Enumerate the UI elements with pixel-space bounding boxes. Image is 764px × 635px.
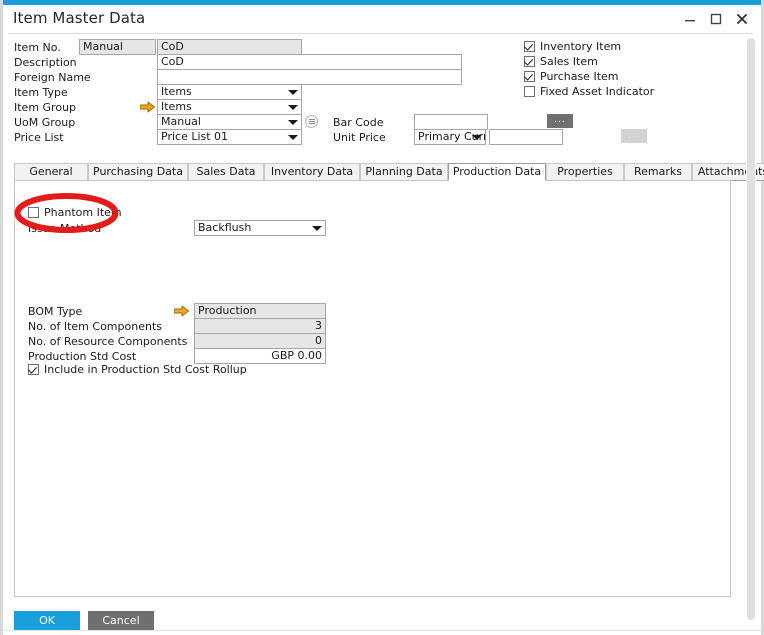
window-controls [677,8,755,30]
production-std-cost-label: Production Std Cost [28,350,136,364]
price-list-label: Price List [14,131,64,145]
item-type-label: Item Type [14,86,68,100]
description-field[interactable]: CoD [157,54,462,70]
foreign-name-field[interactable] [157,69,462,85]
header-form: Item No. Description Foreign Name Item T… [0,36,764,148]
item-group-label: Item Group [14,101,76,115]
tab-inventory-data[interactable]: Inventory Data [264,163,360,181]
unit-price-browse-button: ... [621,129,647,143]
include-in-rollup-label: Include in Production Std Cost Rollup [44,363,247,377]
uom-group-value: Manual [161,115,201,128]
tab-production-data[interactable]: Production Data [448,163,546,181]
no-of-resource-components-label: No. of Resource Components [28,335,187,349]
no-of-resource-components-field: 0 [194,333,326,349]
chevron-down-icon [472,135,482,140]
no-of-item-components-field: 3 [194,318,326,334]
title-bar-separator [9,33,753,34]
tab-remarks[interactable]: Remarks [624,163,692,181]
window-title: Item Master Data [13,9,145,27]
purchase-item-checkbox[interactable] [524,71,535,82]
unit-price-field[interactable] [489,129,563,145]
unit-price-label: Unit Price [333,131,386,145]
inventory-item-checkbox[interactable] [524,41,535,52]
list-lines-icon [309,119,315,124]
foreign-name-label: Foreign Name [14,71,91,85]
item-no-value-field[interactable]: CoD [157,39,302,55]
tab-sales-data[interactable]: Sales Data [188,163,264,181]
fixed-asset-indicator-checkbox[interactable] [524,86,535,97]
bar-code-field[interactable] [414,114,488,130]
chevron-down-icon [288,90,298,95]
scrollbar-thumb[interactable] [747,38,755,620]
item-no-label: Item No. [14,41,61,55]
sales-item-label: Sales Item [540,55,598,68]
item-group-value: Items [161,100,192,113]
chevron-down-icon [288,135,298,140]
footer-separator [3,630,761,631]
uom-group-combo[interactable]: Manual [157,114,302,130]
sales-item-checkbox[interactable] [524,56,535,67]
uom-list-icon[interactable] [305,115,318,128]
bom-type-field[interactable]: Production [194,303,326,319]
chevron-down-icon [288,120,298,125]
item-type-combo[interactable]: Items [157,84,302,100]
issue-method-combo[interactable]: Backflush [194,220,326,236]
unit-price-currency-combo[interactable]: Primary Curr [414,129,486,145]
inventory-item-label: Inventory Item [540,40,621,53]
no-of-item-components-label: No. of Item Components [28,320,162,334]
tab-strip: General Purchasing Data Sales Data Inven… [14,163,731,181]
item-group-combo[interactable]: Items [157,99,302,115]
price-list-combo[interactable]: Price List 01 [157,129,302,145]
production-std-cost-field[interactable]: GBP 0.00 [194,348,326,364]
tab-properties[interactable]: Properties [546,163,624,181]
issue-method-label: Issue Method [28,222,101,236]
minimize-button[interactable] [677,8,703,30]
include-in-rollup-checkbox[interactable] [28,364,39,375]
title-bar: Item Master Data [3,5,761,34]
bom-type-goto-arrow-icon[interactable] [174,305,189,317]
fixed-asset-indicator-label: Fixed Asset Indicator [540,85,654,98]
tab-general[interactable]: General [14,163,88,181]
chevron-down-icon [312,226,322,231]
phantom-item-label: Phantom Item [44,206,122,220]
item-group-goto-arrow-icon[interactable] [140,101,155,113]
bar-code-label: Bar Code [333,116,383,130]
tab-purchasing-data[interactable]: Purchasing Data [88,163,188,181]
phantom-item-checkbox[interactable] [28,207,39,218]
chevron-down-icon [288,105,298,110]
bar-code-browse-button[interactable]: ... [547,114,573,128]
item-no-mode-field[interactable]: Manual [79,39,156,55]
production-data-panel: Phantom Item Issue Method Backflush BOM … [14,180,731,597]
cancel-button[interactable]: Cancel [88,611,154,631]
vertical-scrollbar[interactable] [746,38,756,620]
close-button[interactable] [729,8,755,30]
bom-type-label: BOM Type [28,305,82,319]
tab-planning-data[interactable]: Planning Data [360,163,448,181]
uom-group-label: UoM Group [14,116,75,130]
issue-method-value: Backflush [198,221,251,234]
maximize-button[interactable] [703,8,729,30]
item-type-value: Items [161,85,192,98]
purchase-item-label: Purchase Item [540,70,619,83]
description-label: Description [14,56,77,70]
item-master-data-window: Item Master Data Item No. Description Fo… [0,0,764,635]
ok-button[interactable]: OK [14,611,80,631]
price-list-value: Price List 01 [161,130,228,143]
